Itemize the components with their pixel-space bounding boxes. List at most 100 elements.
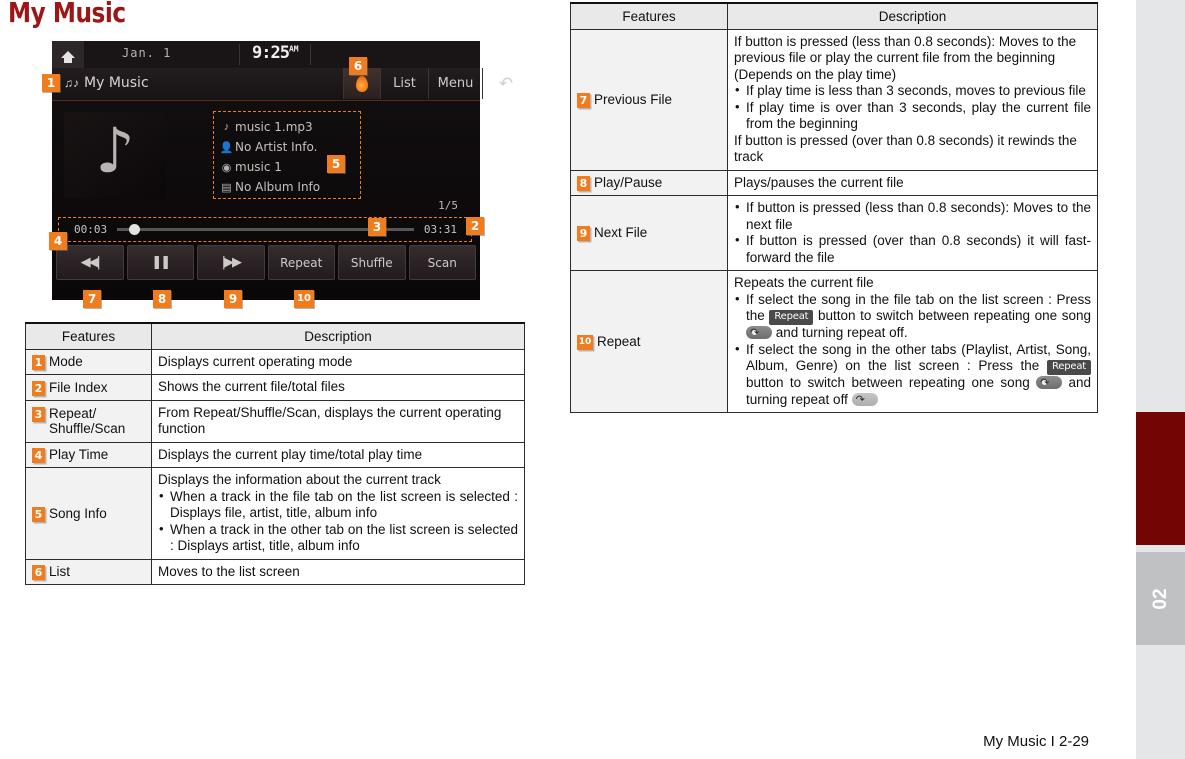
bullet-text-b: button to switch between repeating one s… bbox=[813, 308, 1091, 324]
feature-label: Play/Pause bbox=[594, 174, 663, 190]
scan-button[interactable]: Scan bbox=[408, 245, 476, 280]
row-badge-10: 10 bbox=[577, 334, 593, 350]
feature-cell-file-index: 2 File Index bbox=[25, 374, 152, 401]
shuffle-button[interactable]: Shuffle bbox=[338, 245, 406, 280]
description-cell-repeat-shuffle-scan: From Repeat/Shuffle/Scan, displays the c… bbox=[151, 399, 525, 443]
description-cell-repeat: Repeats the current file If select the s… bbox=[727, 270, 1098, 414]
row-badge-4: 4 bbox=[32, 448, 45, 464]
table-row: 10 Repeat Repeats the current file If se… bbox=[570, 270, 1098, 414]
pause-icon: ❚❚ bbox=[151, 255, 171, 270]
description-cell-play-pause: Plays/pauses the current file bbox=[727, 169, 1098, 197]
bullet-item: If select the song in the file tab on th… bbox=[734, 291, 1091, 342]
status-time: 9:25AM bbox=[252, 43, 299, 63]
table-row: 9 Next File If button is pressed (less t… bbox=[570, 195, 1098, 272]
album-art: ♪ bbox=[64, 112, 166, 198]
chapter-tab-number[interactable]: 02 bbox=[1136, 552, 1185, 645]
bullet-item: When a track in the file tab on the list… bbox=[158, 488, 518, 522]
description-intro: If button is pressed (less than 0.8 seco… bbox=[734, 34, 1077, 82]
bullet-item: When a track in the other tab on the lis… bbox=[158, 521, 518, 555]
previous-file-button[interactable]: ◀◀| bbox=[56, 245, 124, 280]
description-bullets: If button is pressed (less than 0.8 seco… bbox=[734, 199, 1091, 266]
feature-label: File Index bbox=[49, 379, 108, 395]
bullet-item: If button is pressed (less than 0.8 seco… bbox=[734, 199, 1091, 233]
menu-button[interactable]: Menu bbox=[428, 68, 482, 99]
feature-cell-repeat: 10 Repeat bbox=[570, 270, 728, 414]
device-screen: Jan. 1 9:25AM ♫♪ My Music List Menu ↶ ♪ … bbox=[52, 41, 513, 300]
bullet-item: If select the song in the other tabs (Pl… bbox=[734, 341, 1091, 409]
callout-badge-9: 9 bbox=[224, 290, 242, 308]
feature-cell-list: 6 List bbox=[25, 558, 152, 586]
callout-badge-4: 4 bbox=[49, 232, 67, 250]
table-header-row: Features Description bbox=[25, 322, 525, 350]
page-title: My Music bbox=[8, 0, 126, 29]
feature-label: Repeat bbox=[597, 333, 641, 349]
feature-cell-play-pause: 8 Play/Pause bbox=[570, 169, 728, 197]
callout-badge-5: 5 bbox=[327, 155, 345, 173]
back-button[interactable]: ↶ bbox=[482, 68, 529, 99]
feature-cell-next-file: 9 Next File bbox=[570, 195, 728, 272]
row-badge-3: 3 bbox=[32, 407, 45, 423]
description-intro: Repeats the current file bbox=[734, 275, 874, 291]
bullet-text-b: button to switch between repeating one s… bbox=[746, 375, 1037, 391]
status-date: Jan. 1 bbox=[122, 46, 172, 60]
features-table-left: Features Description 1 Mode Displays cur… bbox=[25, 322, 525, 586]
description-cell-previous-file: If button is pressed (less than 0.8 seco… bbox=[727, 29, 1098, 171]
song-info-file: music 1.mp3 bbox=[235, 120, 313, 134]
header-features: Features bbox=[25, 322, 152, 350]
feature-label: Next File bbox=[594, 225, 648, 241]
feature-label: Mode bbox=[49, 354, 83, 370]
feature-cell-mode: 1 Mode bbox=[25, 348, 152, 376]
table-row: 6 List Moves to the list screen bbox=[25, 558, 525, 586]
chapter-rail: 02 bbox=[1136, 0, 1185, 759]
play-pause-button[interactable]: ❚❚ bbox=[126, 245, 194, 280]
chapter-number: 02 bbox=[1149, 587, 1171, 610]
table-row: 8 Play/Pause Plays/pauses the current fi… bbox=[570, 169, 1098, 197]
device-title-bar: ♫♪ My Music List Menu ↶ bbox=[52, 68, 513, 101]
repeat-one-icon: ↷ bbox=[746, 326, 772, 340]
next-icon: |▶▶ bbox=[221, 255, 242, 270]
transport-button-row: ◀◀| ❚❚ |▶▶ Repeat Shuffle Scan bbox=[56, 245, 476, 280]
description-cell-mode: Displays current operating mode bbox=[151, 348, 525, 376]
song-info-row: 👤 No Artist Info. bbox=[218, 137, 360, 157]
status-divider-2 bbox=[310, 44, 311, 65]
title-icon: ◉ bbox=[221, 161, 232, 174]
bullet-item: If play time is over than 3 seconds, pla… bbox=[734, 99, 1091, 133]
repeat-off-icon: ↷ bbox=[851, 392, 878, 406]
header-description: Description bbox=[151, 322, 525, 350]
back-arrow-icon: ↶ bbox=[498, 73, 514, 94]
callout-badge-3: 3 bbox=[368, 218, 386, 236]
file-index: 1/5 bbox=[438, 199, 458, 212]
description-cell-file-index: Shows the current file/total files bbox=[151, 374, 525, 401]
repeat-button[interactable]: Repeat bbox=[267, 245, 335, 280]
home-button[interactable] bbox=[52, 41, 84, 68]
row-badge-2: 2 bbox=[32, 380, 45, 396]
feature-label: Song Info bbox=[49, 505, 107, 521]
description-bullets: When a track in the file tab on the list… bbox=[158, 488, 518, 555]
repeat-button-chip: Repeat bbox=[1046, 360, 1091, 376]
bullet-item: If button is pressed (over than 0.8 seco… bbox=[734, 232, 1091, 266]
album-icon: ▤ bbox=[221, 181, 232, 194]
next-file-button[interactable]: |▶▶ bbox=[197, 245, 265, 280]
bullet-text-a: If select the song in the other tabs (Pl… bbox=[746, 341, 1091, 374]
description-cell-next-file: If button is pressed (less than 0.8 seco… bbox=[727, 195, 1098, 272]
list-button[interactable]: List bbox=[380, 68, 428, 99]
progress-knob[interactable] bbox=[128, 224, 140, 235]
table-row: 4 Play Time Displays the current play ti… bbox=[25, 441, 525, 469]
row-badge-9: 9 bbox=[577, 226, 590, 242]
music-note-folder-icon: ♫♪ bbox=[64, 76, 79, 90]
table-row: 1 Mode Displays current operating mode bbox=[25, 348, 525, 376]
chapter-tab-active[interactable] bbox=[1136, 412, 1185, 545]
song-info-title: music 1 bbox=[235, 160, 282, 174]
feature-label: Play Time bbox=[49, 447, 109, 463]
device-screenshot-figure: Jan. 1 9:25AM ♫♪ My Music List Menu ↶ ♪ … bbox=[42, 41, 513, 308]
header-description: Description bbox=[727, 2, 1098, 30]
feature-label: Repeat/ Shuffle/Scan bbox=[49, 406, 126, 437]
callout-badge-6: 6 bbox=[349, 57, 367, 75]
description-bullets: If play time is less than 3 seconds, mov… bbox=[734, 82, 1091, 133]
artist-icon: 👤 bbox=[219, 141, 234, 154]
play-time-bar[interactable]: 00:03 03:31 bbox=[58, 217, 472, 242]
file-note-icon: ♪ bbox=[223, 121, 230, 133]
page-footer: My Music I 2-29 bbox=[983, 733, 1089, 750]
previous-icon: ◀◀| bbox=[80, 255, 101, 270]
description-cell-play-time: Displays the current play time/total pla… bbox=[151, 441, 525, 469]
